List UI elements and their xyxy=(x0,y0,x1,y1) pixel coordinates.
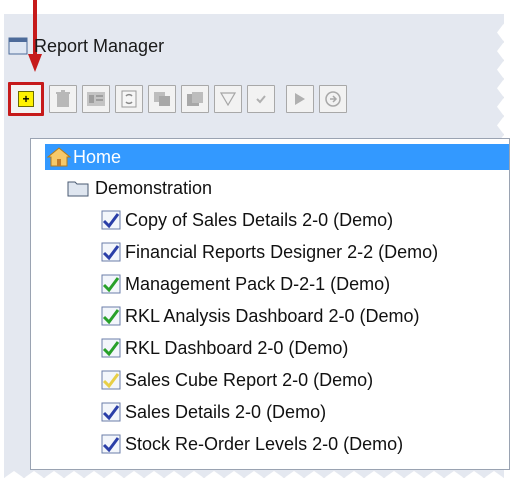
tree-node-report-label: Sales Details 2-0 (Demo) xyxy=(125,401,327,422)
tree-node-report-label: RKL Dashboard 2-0 (Demo) xyxy=(125,337,349,358)
blue-check-icon xyxy=(101,242,121,262)
check-icon xyxy=(256,95,266,104)
tree-node-report-label: RKL Analysis Dashboard 2-0 (Demo) xyxy=(125,305,420,326)
window-title: Report Manager xyxy=(34,35,165,56)
run-icon xyxy=(295,93,305,105)
tree-node-report[interactable]: Copy of Sales Details 2-0 (Demo) xyxy=(101,207,393,233)
yellow-check-icon xyxy=(101,370,121,390)
tree-node-report[interactable]: RKL Dashboard 2-0 (Demo) xyxy=(101,335,348,361)
copy-icon xyxy=(154,92,170,106)
tree-node-report[interactable]: Stock Re-Order Levels 2-0 (Demo) xyxy=(101,431,403,457)
tree-node-report[interactable]: Sales Cube Report 2-0 (Demo) xyxy=(101,367,373,393)
tree-node-report-label: Copy of Sales Details 2-0 (Demo) xyxy=(125,209,394,230)
green-check-icon xyxy=(101,306,121,326)
tree-node-home[interactable]: Home xyxy=(45,144,509,170)
tree-node-report-label: Sales Cube Report 2-0 (Demo) xyxy=(125,369,374,390)
run-button[interactable] xyxy=(286,85,314,113)
tree-node-demonstration[interactable]: Demonstration xyxy=(67,175,212,201)
report-manager-icon xyxy=(8,37,28,55)
filter-button[interactable] xyxy=(214,85,242,113)
tree-node-report-label: Financial Reports Designer 2-2 (Demo) xyxy=(125,241,439,262)
tree-node-report[interactable]: RKL Analysis Dashboard 2-0 (Demo) xyxy=(101,303,419,329)
refresh-button[interactable] xyxy=(115,85,143,113)
new-report-icon: + xyxy=(18,91,34,107)
report-tree[interactable]: Home Demonstration Copy of Sales Details… xyxy=(30,138,510,470)
tree-node-demonstration-label: Demonstration xyxy=(95,177,213,198)
tree-node-report[interactable]: Sales Details 2-0 (Demo) xyxy=(101,399,326,425)
properties-icon xyxy=(87,92,105,106)
tree-node-report-label: Management Pack D-2-1 (Demo) xyxy=(125,273,391,294)
green-check-icon xyxy=(101,338,121,358)
paste-icon xyxy=(187,92,203,106)
house-icon xyxy=(47,147,71,167)
delete-button[interactable] xyxy=(49,85,77,113)
title-bar: Report Manager xyxy=(8,32,488,60)
paste-button[interactable] xyxy=(181,85,209,113)
tree-node-home-label: Home xyxy=(73,146,122,167)
copy-button[interactable] xyxy=(148,85,176,113)
refresh-icon xyxy=(121,90,137,108)
tree-node-report-label: Stock Re-Order Levels 2-0 (Demo) xyxy=(125,433,404,454)
new-report-button[interactable]: + xyxy=(8,82,44,116)
toolbar: + xyxy=(8,82,504,116)
blue-check-icon xyxy=(101,402,121,422)
blue-check-icon xyxy=(101,434,121,454)
green-check-icon xyxy=(101,274,121,294)
tree-node-report[interactable]: Financial Reports Designer 2-2 (Demo) xyxy=(101,239,438,265)
filter-icon xyxy=(220,92,236,106)
blue-check-icon xyxy=(101,210,121,230)
tree-node-report[interactable]: Management Pack D-2-1 (Demo) xyxy=(101,271,390,297)
check-button[interactable] xyxy=(247,85,275,113)
properties-button[interactable] xyxy=(82,85,110,113)
delete-icon xyxy=(56,90,70,107)
export-icon xyxy=(325,91,341,107)
export-button[interactable] xyxy=(319,85,347,113)
folder-icon xyxy=(67,181,89,197)
